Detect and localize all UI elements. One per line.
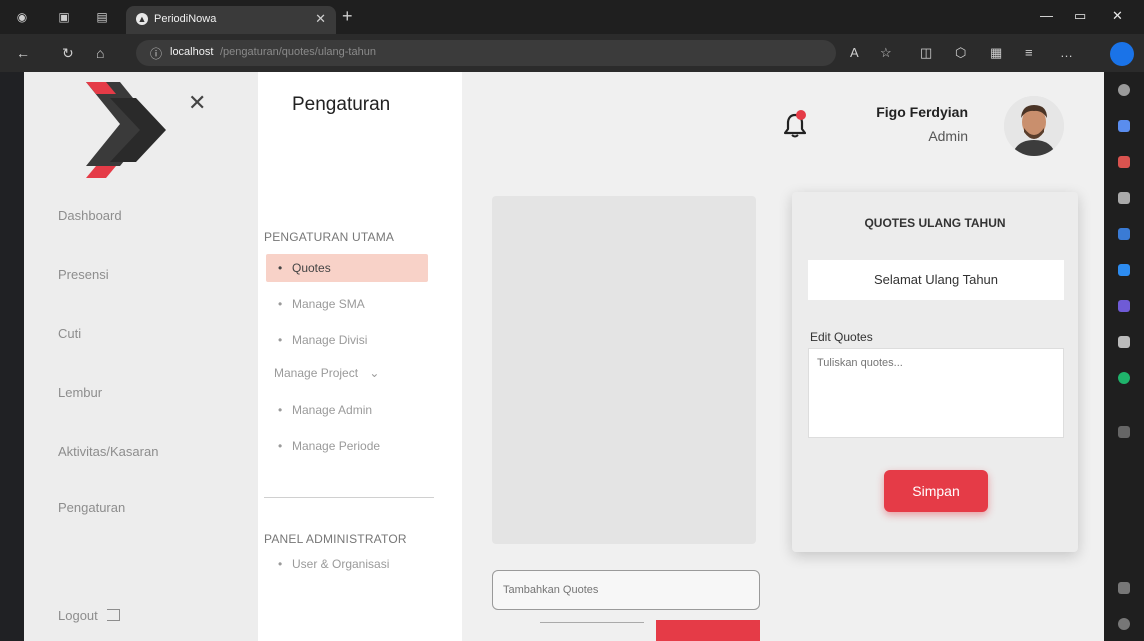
quote-image-preview [492, 196, 756, 544]
browser-tab[interactable]: ▲ PeriodiNowa ✕ [126, 6, 336, 34]
sidebar-item-cuti[interactable]: Cuti [58, 326, 81, 341]
browser-profile-icon[interactable]: ◉ [14, 9, 30, 25]
discover-icon[interactable] [1118, 120, 1130, 132]
teams-icon[interactable] [1118, 300, 1130, 312]
main-settings-heading: PENGATURAN UTAMA [264, 230, 395, 244]
logout-icon [107, 609, 121, 621]
site-info-icon[interactable]: ⓘ [150, 45, 162, 62]
url-path: /pengaturan/quotes/ulang-tahun [220, 46, 376, 58]
tools-icon[interactable] [1118, 156, 1130, 168]
favorites-bar-icon[interactable]: ≡ [1025, 45, 1033, 60]
app-page: ✕ Dashboard Presensi Cuti Lembur Aktivit… [24, 72, 1104, 641]
telegram-icon[interactable] [1118, 336, 1130, 348]
edit-quotes-textarea[interactable] [808, 348, 1064, 438]
edit-quotes-label: Edit Quotes [810, 330, 873, 344]
home-icon[interactable]: ⌂ [96, 45, 104, 61]
sidebar-item-aktivitas[interactable]: Aktivitas/Kasaran [58, 444, 158, 459]
sidebar-item-pengaturan[interactable]: Pengaturan [58, 500, 125, 515]
settings-title: Pengaturan [292, 94, 391, 115]
maximize-button[interactable]: ▭ [1074, 8, 1086, 24]
tab-favicon-icon: ▲ [136, 13, 148, 25]
sidebar-layout-icon[interactable] [1118, 582, 1130, 594]
games-icon[interactable] [1118, 192, 1130, 204]
avatar-image [1004, 96, 1064, 156]
sidebar-item-lembur[interactable]: Lembur [58, 385, 102, 400]
new-tab-button[interactable]: + [342, 7, 353, 25]
settings-panel: Pengaturan PENGATURAN UTAMA Quotes Manag… [258, 72, 462, 641]
search-icon[interactable] [1118, 84, 1130, 96]
browser-edge-sidebar [1104, 72, 1144, 641]
split-screen-icon[interactable]: ◫ [920, 45, 932, 61]
quotes-card-title: QUOTES ULANG TAHUN [864, 216, 1006, 230]
save-button[interactable]: Simpan [884, 470, 988, 512]
sidebar-item-dashboard[interactable]: Dashboard [58, 208, 122, 223]
more-icon[interactable]: … [1060, 45, 1073, 60]
url-input[interactable]: ⓘ localhost /pengaturan/quotes/ulang-tah… [136, 40, 836, 66]
maps-icon[interactable] [1118, 372, 1130, 384]
refresh-icon[interactable]: ↻ [62, 45, 74, 62]
notification-badge [796, 110, 806, 120]
birthday-quotes-card: QUOTES ULANG TAHUN Selamat Ulang Tahun E… [792, 192, 1078, 552]
add-quote-input[interactable] [492, 570, 760, 610]
current-quote: Selamat Ulang Tahun [808, 260, 1064, 300]
favorite-icon[interactable]: ☆ [880, 45, 892, 61]
menu-item-manage-admin[interactable]: Manage Admin [266, 396, 372, 424]
logout-label: Logout [58, 608, 98, 623]
browser-tab-bar: ◉ ▣ ▤ ▲ PeriodiNowa ✕ + — ▭ ✕ [0, 0, 1144, 34]
outlook-icon[interactable] [1118, 264, 1130, 276]
add-app-icon[interactable] [1118, 426, 1130, 438]
user-name: Figo Ferdyian [876, 104, 968, 120]
url-host: localhost [170, 46, 214, 58]
menu-item-user-organisasi[interactable]: User & Organisasi [266, 550, 389, 578]
menu-item-quotes[interactable]: Quotes [266, 254, 428, 282]
manage-project-label: Manage Project [274, 366, 359, 380]
logout-button[interactable]: Logout [58, 608, 121, 623]
close-window-button[interactable]: ✕ [1112, 8, 1123, 24]
copilot-icon[interactable] [1110, 42, 1134, 66]
chevron-down-icon: ⌄ [369, 366, 380, 380]
tab-actions-icon[interactable]: ▤ [94, 9, 110, 25]
admin-panel-heading: PANEL ADMINISTRATOR [264, 532, 407, 546]
read-aloud-icon[interactable]: A [850, 45, 859, 60]
sidebar-item-presensi[interactable]: Presensi [58, 267, 109, 282]
manage-project-dropdown[interactable]: Manage Project ⌄ [274, 366, 379, 380]
tab-close-icon[interactable]: ✕ [315, 11, 326, 27]
menu-item-manage-sma[interactable]: Manage SMA [266, 290, 365, 318]
sidebar: ✕ Dashboard Presensi Cuti Lembur Aktivit… [24, 72, 258, 641]
settings-gear-icon[interactable] [1118, 618, 1130, 630]
workspaces-icon[interactable]: ▣ [56, 9, 72, 25]
back-icon[interactable]: ← [16, 45, 30, 61]
submit-quote-button[interactable] [656, 620, 760, 641]
sidebar-close-icon[interactable]: ✕ [188, 90, 206, 116]
extensions-icon[interactable]: ⬡ [955, 45, 966, 61]
main-content: Figo Ferdyian Admin QUOTES ULANG TAHUN S… [462, 72, 1104, 641]
app-logo [86, 82, 166, 178]
menu-item-manage-periode[interactable]: Manage Periode [266, 432, 380, 460]
collections-icon[interactable]: ▦ [990, 45, 1002, 61]
menu-divider [264, 497, 434, 498]
user-role: Admin [928, 128, 968, 144]
menu-item-manage-divisi[interactable]: Manage Divisi [266, 326, 367, 354]
minimize-button[interactable]: — [1040, 8, 1053, 23]
divider-line [540, 622, 644, 623]
avatar[interactable] [1004, 96, 1064, 156]
office-icon[interactable] [1118, 228, 1130, 240]
browser-address-bar: ← ↻ ⌂ ⓘ localhost /pengaturan/quotes/ula… [0, 34, 1144, 72]
tab-title: PeriodiNowa [154, 13, 217, 25]
